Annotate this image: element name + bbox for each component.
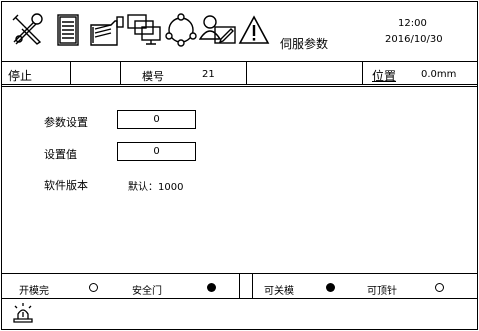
status-divider-bottom — [2, 84, 477, 85]
safety-door-indicator — [207, 283, 216, 292]
toolbar-divider — [2, 61, 477, 62]
mold-label: 模号 — [142, 70, 164, 83]
document-icon[interactable] — [56, 13, 80, 47]
can-eject-indicator — [435, 283, 444, 292]
status-divider — [362, 62, 363, 84]
software-version-label: 软件版本 — [44, 179, 88, 192]
status-divider-bottom-2 — [2, 86, 477, 87]
clock-date: 2016/10/30 — [385, 34, 443, 45]
mold-open-done-indicator — [89, 283, 98, 292]
page-title: 伺服参数 — [280, 37, 329, 51]
safety-door-label: 安全门 — [132, 286, 162, 297]
monitors-icon[interactable] — [126, 13, 162, 47]
mold-value: 21 — [202, 69, 215, 80]
tools-icon[interactable] — [10, 12, 44, 46]
set-value-input[interactable]: 0 — [117, 142, 196, 161]
status-divider — [120, 62, 121, 84]
position-label: 位置 — [372, 69, 397, 83]
signal-divider-bottom — [2, 298, 477, 299]
warning-icon[interactable] — [238, 15, 270, 45]
software-version-value: 默认：1000 — [128, 182, 184, 193]
param-setting-label: 参数设置 — [44, 116, 88, 129]
status-divider — [246, 62, 247, 84]
param-setting-input[interactable]: 0 — [117, 110, 196, 129]
can-eject-label: 可顶针 — [367, 286, 397, 297]
machine-state: 停止 — [8, 69, 33, 83]
user-edit-icon[interactable] — [199, 13, 237, 47]
can-close-mold-label: 可关模 — [264, 286, 294, 297]
clock-time: 12:00 — [398, 18, 427, 29]
position-value: 0.0mm — [421, 69, 457, 80]
signal-divider — [239, 274, 240, 298]
alarm-lamp-icon[interactable] — [12, 302, 34, 324]
status-divider — [70, 62, 71, 84]
signal-divider — [252, 274, 253, 298]
folder-icon[interactable] — [89, 15, 125, 47]
mold-open-done-label: 开模完 — [19, 286, 49, 297]
can-close-mold-indicator — [326, 283, 335, 292]
network-icon[interactable] — [163, 12, 199, 48]
set-value-label: 设置值 — [44, 148, 77, 161]
